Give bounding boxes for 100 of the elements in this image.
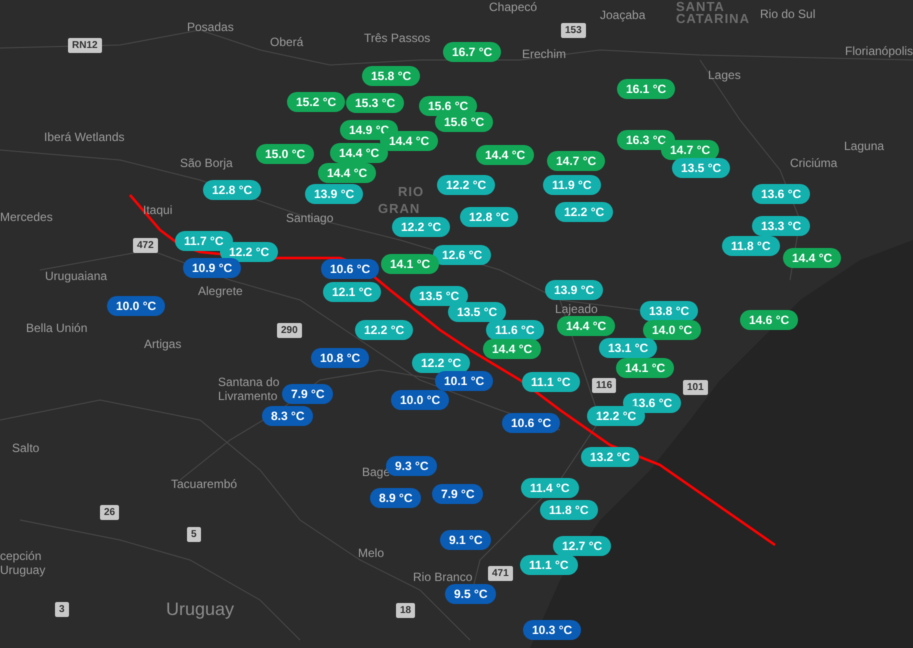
temperature-badge[interactable]: 7.9 °C xyxy=(282,384,334,404)
temperature-badge[interactable]: 12.2 °C xyxy=(555,202,614,222)
temperature-badge[interactable]: 13.9 °C xyxy=(305,184,364,204)
temperature-badge[interactable]: 11.6 °C xyxy=(486,320,544,340)
temperature-badge[interactable]: 14.0 °C xyxy=(643,320,702,340)
temperature-badge[interactable]: 13.8 °C xyxy=(640,301,698,321)
place-label: Lages xyxy=(708,68,741,82)
place-label: Iberá Wetlands xyxy=(44,130,124,144)
temperature-badge[interactable]: 10.0 °C xyxy=(107,296,166,316)
temperature-badge[interactable]: 11.4 °C xyxy=(521,478,578,498)
temperature-badge[interactable]: 16.7 °C xyxy=(443,42,502,62)
temperature-badge[interactable]: 12.8 °C xyxy=(203,180,262,200)
temperature-badge[interactable]: 12.2 °C xyxy=(355,320,414,340)
temperature-badge[interactable]: 13.9 °C xyxy=(545,280,604,300)
place-label: Santana do xyxy=(218,375,280,389)
road-shield: RN12 xyxy=(68,38,102,53)
road-shield: 18 xyxy=(396,603,416,618)
road-shield: 5 xyxy=(187,527,201,542)
temperature-badge[interactable]: 13.5 °C xyxy=(410,286,468,306)
temperature-badge[interactable]: 16.1 °C xyxy=(617,79,676,99)
temperature-badge[interactable]: 15.3 °C xyxy=(346,93,404,113)
temperature-badge[interactable]: 15.8 °C xyxy=(362,66,420,86)
place-label: Itaqui xyxy=(143,203,172,217)
temperature-badge[interactable]: 9.1 °C xyxy=(440,530,492,550)
temperature-badge[interactable]: 11.1 °C xyxy=(522,372,580,392)
place-label: Joaçaba xyxy=(600,8,646,22)
temperature-badge[interactable]: 14.1 °C xyxy=(616,358,674,378)
temperature-badge[interactable]: 10.6 °C xyxy=(321,259,380,279)
temperature-badge[interactable]: 8.9 °C xyxy=(370,488,422,508)
place-label: Tacuarembó xyxy=(171,477,238,491)
temperature-badge[interactable]: 14.4 °C xyxy=(483,339,542,359)
temperature-badge[interactable]: 12.7 °C xyxy=(553,536,612,556)
place-label: cepción xyxy=(0,549,42,563)
temperature-badge[interactable]: 14.4 °C xyxy=(330,143,388,163)
place-label: Salto xyxy=(12,441,40,455)
temperature-badge[interactable]: 8.3 °C xyxy=(262,406,314,426)
temperature-badge[interactable]: 11.1 °C xyxy=(520,555,578,575)
temperature-badge[interactable]: 14.1 °C xyxy=(381,254,440,274)
place-label: Livramento xyxy=(218,389,278,403)
temperature-badge[interactable]: 12.2 °C xyxy=(392,217,450,237)
road-shield: 116 xyxy=(592,378,616,393)
temperature-badge[interactable]: 7.9 °C xyxy=(432,484,484,504)
temperature-badge[interactable]: 12.8 °C xyxy=(460,207,518,227)
temperature-badge[interactable]: 14.4 °C xyxy=(557,316,616,336)
temperature-badge[interactable]: 11.8 °C xyxy=(722,236,780,256)
place-label: Chapecó xyxy=(489,0,538,14)
region-label: GRAN xyxy=(378,200,420,217)
temperature-badge[interactable]: 13.5 °C xyxy=(672,158,730,178)
temperature-badge[interactable]: 13.3 °C xyxy=(752,216,810,236)
temperature-badge[interactable]: 15.0 °C xyxy=(256,144,314,164)
temperature-badge[interactable]: 14.4 °C xyxy=(318,163,376,183)
temperature-badge[interactable]: 11.8 °C xyxy=(540,500,598,520)
temperature-badge[interactable]: 12.1 °C xyxy=(323,282,382,302)
place-label: Santiago xyxy=(286,211,334,225)
temperature-badge[interactable]: 14.4 °C xyxy=(783,248,842,268)
road-shield: 26 xyxy=(100,505,120,520)
temperature-badge[interactable]: 13.6 °C xyxy=(623,393,682,413)
place-label: Lajeado xyxy=(555,302,598,316)
road-shield: 153 xyxy=(561,23,586,38)
temperature-badge[interactable]: 14.7 °C xyxy=(547,151,606,171)
temperature-badge[interactable]: 14.4 °C xyxy=(476,145,534,165)
temperature-badge[interactable]: 10.8 °C xyxy=(311,348,370,368)
temperature-badge[interactable]: 12.2 °C xyxy=(412,353,470,373)
temperature-badge[interactable]: 12.6 °C xyxy=(433,245,492,265)
temperature-badge[interactable]: 13.1 °C xyxy=(599,338,658,358)
road-shield: 3 xyxy=(55,602,69,617)
road-shield: 290 xyxy=(277,323,302,338)
place-label: Alegrete xyxy=(198,284,243,298)
place-label: Mercedes xyxy=(0,210,53,224)
temperature-badge[interactable]: 12.2 °C xyxy=(437,175,496,195)
temperature-badge[interactable]: 10.1 °C xyxy=(435,371,494,391)
temperature-badge[interactable]: 10.6 °C xyxy=(502,413,560,433)
road-shield: 472 xyxy=(133,238,158,253)
temperature-badge[interactable]: 14.6 °C xyxy=(740,310,798,330)
place-label: Laguna xyxy=(844,139,884,153)
temperature-badge[interactable]: 11.9 °C xyxy=(543,175,600,195)
temperature-badge[interactable]: 10.9 °C xyxy=(183,258,242,278)
place-label: Melo xyxy=(358,546,384,560)
temperature-badge[interactable]: 9.5 °C xyxy=(445,584,496,604)
place-label: Bella Unión xyxy=(26,321,88,335)
region-label: RIO xyxy=(398,183,424,200)
region-label: CATARINA xyxy=(676,11,750,27)
place-label: Uruguay xyxy=(0,563,46,577)
place-label: Uruguaiana xyxy=(45,269,108,283)
place-label: Criciúma xyxy=(790,156,838,170)
temperature-badge[interactable]: 13.5 °C xyxy=(448,302,506,322)
temperature-badge[interactable]: 15.2 °C xyxy=(287,92,346,112)
temperature-badge[interactable]: 10.3 °C xyxy=(523,620,582,640)
temperature-badge[interactable]: 13.2 °C xyxy=(581,447,640,467)
road-shield: 101 xyxy=(683,380,708,395)
temperature-badge[interactable]: 12.2 °C xyxy=(587,406,646,426)
place-label: São Borja xyxy=(180,156,233,170)
place-label: Artigas xyxy=(144,337,182,351)
temperature-badge[interactable]: 13.6 °C xyxy=(752,184,810,204)
place-label: Posadas xyxy=(187,20,234,34)
temperature-badge[interactable]: 15.6 °C xyxy=(435,112,494,132)
temperature-badge[interactable]: 10.0 °C xyxy=(391,390,450,410)
road-shield: 471 xyxy=(488,566,513,581)
place-label: Erechim xyxy=(522,47,566,61)
place-label: Rio do Sul xyxy=(760,7,816,21)
